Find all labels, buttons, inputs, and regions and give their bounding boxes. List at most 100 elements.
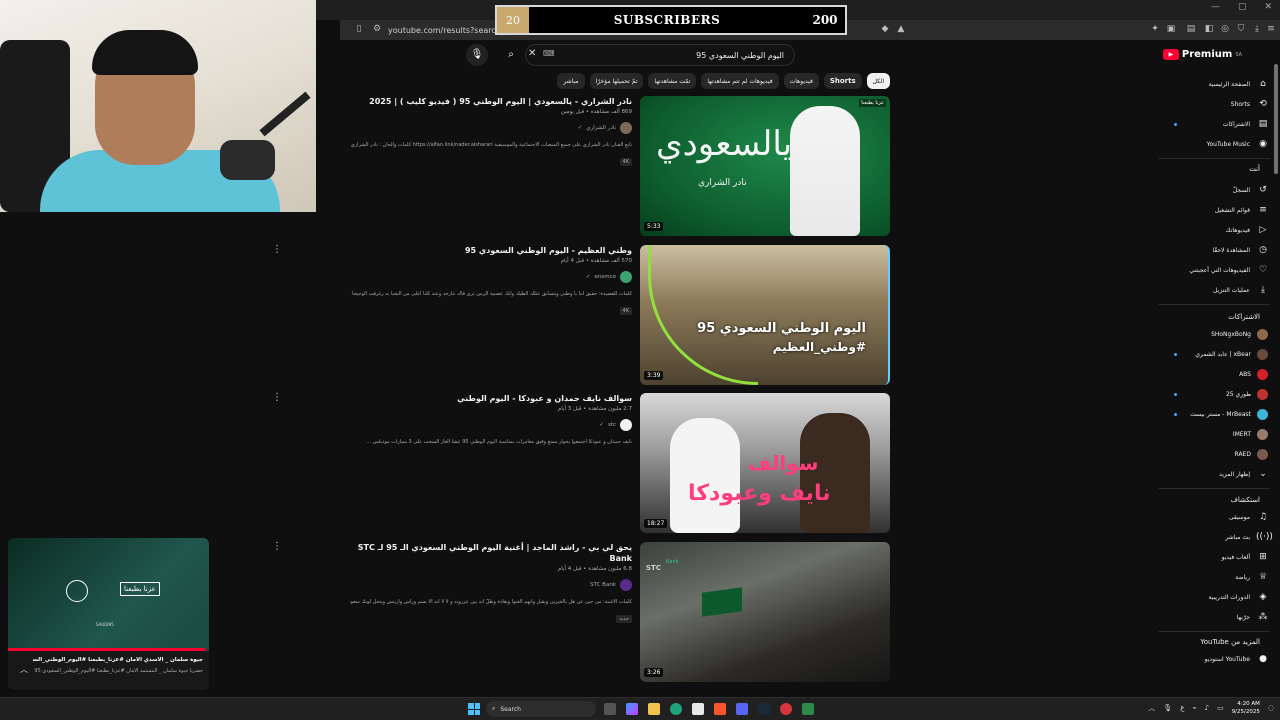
sidebar-item[interactable]: IMERT	[1158, 426, 1270, 442]
taskbar-search[interactable]: ⌕ Search	[486, 701, 596, 717]
brave-rewards-icon[interactable]: ▲	[896, 24, 906, 34]
extensions-icon[interactable]: ✦	[1150, 24, 1160, 34]
channel-name[interactable]: stc	[608, 422, 616, 428]
clear-search-icon[interactable]: ✕	[528, 48, 536, 59]
miniplayer-video[interactable]: عزنا بطبعنا SAUDI95	[8, 538, 209, 649]
chip-unwatched[interactable]: فيديوهات لم تتم مشاهدتها	[701, 73, 779, 89]
app-icon[interactable]	[780, 703, 792, 715]
channel-avatar[interactable]	[620, 271, 632, 283]
maximize-icon[interactable]: ▢	[1238, 2, 1247, 12]
miniplayer-progress[interactable]	[8, 648, 209, 651]
bookmark-icon[interactable]: ▯	[354, 24, 364, 34]
video-title[interactable]: وطني العظيم - اليوم الوطني السعودي 95	[350, 245, 632, 256]
sidebar-you-header[interactable]: أنت	[1249, 165, 1260, 173]
mic-muted-icon[interactable]: 🎙	[1163, 704, 1172, 712]
sidebar-item[interactable]: بث مباشر ((·))	[1158, 529, 1273, 545]
terminal-icon[interactable]	[802, 703, 814, 715]
sidebar-item[interactable]: الاشتراكات ▤	[1158, 116, 1270, 132]
sidebar-item[interactable]: xBear | عابد الشمري	[1158, 346, 1270, 362]
channel-avatar[interactable]	[620, 122, 632, 134]
more-options-icon[interactable]: ⋮	[272, 542, 282, 552]
chip-all[interactable]: الكل	[866, 73, 890, 89]
sidebar-item[interactable]: ABS	[1158, 366, 1270, 382]
taskbar-clock[interactable]: 4:20 AM 9/25/2025	[1232, 700, 1260, 716]
channel-avatar[interactable]	[620, 419, 632, 431]
scrollbar-thumb[interactable]	[1274, 64, 1278, 174]
sidebar-item[interactable]: رياضة ♕	[1158, 569, 1270, 585]
sidebar-item[interactable]: الدورات التدريبية ◈	[1158, 589, 1270, 605]
windows-start-icon[interactable]	[468, 703, 480, 715]
more-options-icon[interactable]: ⋮	[272, 245, 282, 255]
sidebar-item[interactable]: قوائم التشغيل ≡	[1158, 202, 1270, 218]
page-scrollbar[interactable]	[1272, 44, 1280, 694]
video-title[interactable]: يحق لي بي - راشد الماجد | أغنية اليوم ال…	[350, 542, 632, 564]
chip-watched[interactable]: تمّت مشاهدتها	[648, 73, 697, 89]
channel-name[interactable]: ensmco	[595, 274, 616, 280]
shield-icon[interactable]: ⛉	[1236, 24, 1246, 34]
brave-shield-icon[interactable]: ◆	[880, 24, 890, 34]
miniplayer[interactable]: عزنا بطبعنا SAUDI95 جيوة سلمان _ الأسدي …	[8, 538, 209, 690]
sidebar-more-header[interactable]: المزيد من YouTube	[1200, 638, 1260, 646]
search-result[interactable]: اليوم الوطني السعودي 95 #وطني_العظيم 3:3…	[350, 245, 890, 385]
video-title[interactable]: سوالف نايف حمدان و عبودكا - اليوم الوطني	[350, 393, 632, 404]
sidebar-item[interactable]: جرّبها ⁂	[1158, 609, 1270, 625]
video-thumbnail[interactable]: عزنا بطبعنا يالسعودي نادر الشراري 5:33	[640, 96, 890, 236]
copilot-icon[interactable]	[626, 703, 638, 715]
channel-name[interactable]: STC Bank	[590, 582, 616, 588]
youtube-premium-logo[interactable]: ▶ Premium SA	[1162, 49, 1242, 60]
sidebar-item[interactable]: المشاهدة لاحقًا ◷	[1158, 242, 1270, 258]
miniplayer-title[interactable]: جيوة سلمان _ الأسدي الأمان #عزنا_بطبعنا …	[33, 657, 203, 663]
chevron-up-icon[interactable]: ︿	[20, 664, 28, 675]
search-result[interactable]: سوالف نايف وعبودكا 18:27 سوالف نايف حمدا…	[350, 393, 890, 533]
battery-icon[interactable]: ▭	[1217, 704, 1224, 712]
sidebar-item[interactable]: الفيديوهات التي أعجبتني ♡	[1158, 262, 1270, 278]
store-icon[interactable]	[692, 703, 704, 715]
channel-row[interactable]: STC Bank	[350, 579, 632, 591]
site-settings-icon[interactable]: ⚙	[372, 24, 382, 34]
sidebar-subscriptions-header[interactable]: الاشتراكات	[1228, 313, 1260, 321]
search-button[interactable]: ⌕	[500, 44, 522, 66]
wallet-icon[interactable]: ▤	[1186, 24, 1196, 34]
reader-icon[interactable]: ▣	[1166, 24, 1176, 34]
sidebar-item[interactable]: MrBeast - مستر بيست	[1158, 406, 1270, 422]
chip-shorts[interactable]: Shorts	[823, 73, 862, 89]
channel-avatar[interactable]	[620, 579, 632, 591]
search-result[interactable]: STC Bank 3:26 يحق لي بي - راشد الماجد | …	[350, 542, 890, 682]
download-icon[interactable]: ⤓	[1252, 24, 1262, 34]
sidebar-item[interactable]: الصفحة الرئيسية ⌂	[1158, 76, 1270, 92]
video-thumbnail[interactable]: اليوم الوطني السعودي 95 #وطني_العظيم 3:3…	[640, 245, 890, 385]
video-title[interactable]: نادر الشراري - يالسعودي | اليوم الوطني 9…	[350, 96, 632, 107]
notifications-icon[interactable]: ◌	[1268, 704, 1274, 712]
steam-icon[interactable]	[758, 703, 770, 715]
search-input[interactable]: اليوم الوطني السعودي 95	[525, 44, 795, 66]
chip-videos[interactable]: فيديوهات	[783, 73, 819, 89]
sidebar-item[interactable]: موسيقى ♫	[1158, 509, 1270, 525]
sidebar-item[interactable]: RAED	[1158, 446, 1270, 462]
sidebar-explore-header[interactable]: استكشاف	[1231, 496, 1260, 504]
channel-row[interactable]: نادر الشراري ✓	[350, 122, 632, 134]
sidebar-item[interactable]: Shorts ⟲	[1158, 96, 1270, 112]
sidebar-item[interactable]: عمليات التنزيل ⤓	[1158, 282, 1270, 298]
sidebar-item[interactable]: YouTube استوديو ●	[1158, 651, 1270, 667]
channel-row[interactable]: stc ✓	[350, 419, 632, 431]
file-explorer-icon[interactable]	[648, 703, 660, 715]
sidebar-item[interactable]: فيديوهاتك ▷	[1158, 222, 1270, 238]
search-result[interactable]: عزنا بطبعنا يالسعودي نادر الشراري 5:33 ن…	[350, 96, 890, 236]
channel-name[interactable]: نادر الشراري	[586, 125, 616, 131]
edge-icon[interactable]	[670, 703, 682, 715]
channel-row[interactable]: ensmco ✓	[350, 271, 632, 283]
volume-icon[interactable]: ♪	[1205, 704, 1209, 712]
minimize-icon[interactable]: —	[1211, 2, 1220, 12]
input-language[interactable]: ع	[1180, 704, 1184, 712]
show-more-button[interactable]: إظهار المزيد ⌄	[1158, 466, 1270, 482]
close-icon[interactable]: ✕	[1264, 2, 1272, 12]
brave-icon[interactable]	[714, 703, 726, 715]
video-thumbnail[interactable]: سوالف نايف وعبودكا 18:27	[640, 393, 890, 533]
vpn-icon[interactable]: ◎	[1220, 24, 1230, 34]
chip-live[interactable]: مباشر	[557, 73, 585, 89]
search-query-text[interactable]: اليوم الوطني السعودي 95	[696, 51, 784, 60]
discord-icon[interactable]	[736, 703, 748, 715]
more-options-icon[interactable]: ⋮	[272, 393, 282, 403]
sidebar-item[interactable]: السجلّ ↺	[1158, 182, 1270, 198]
sidebar-item[interactable]: YouTube Music ◉	[1158, 136, 1270, 152]
